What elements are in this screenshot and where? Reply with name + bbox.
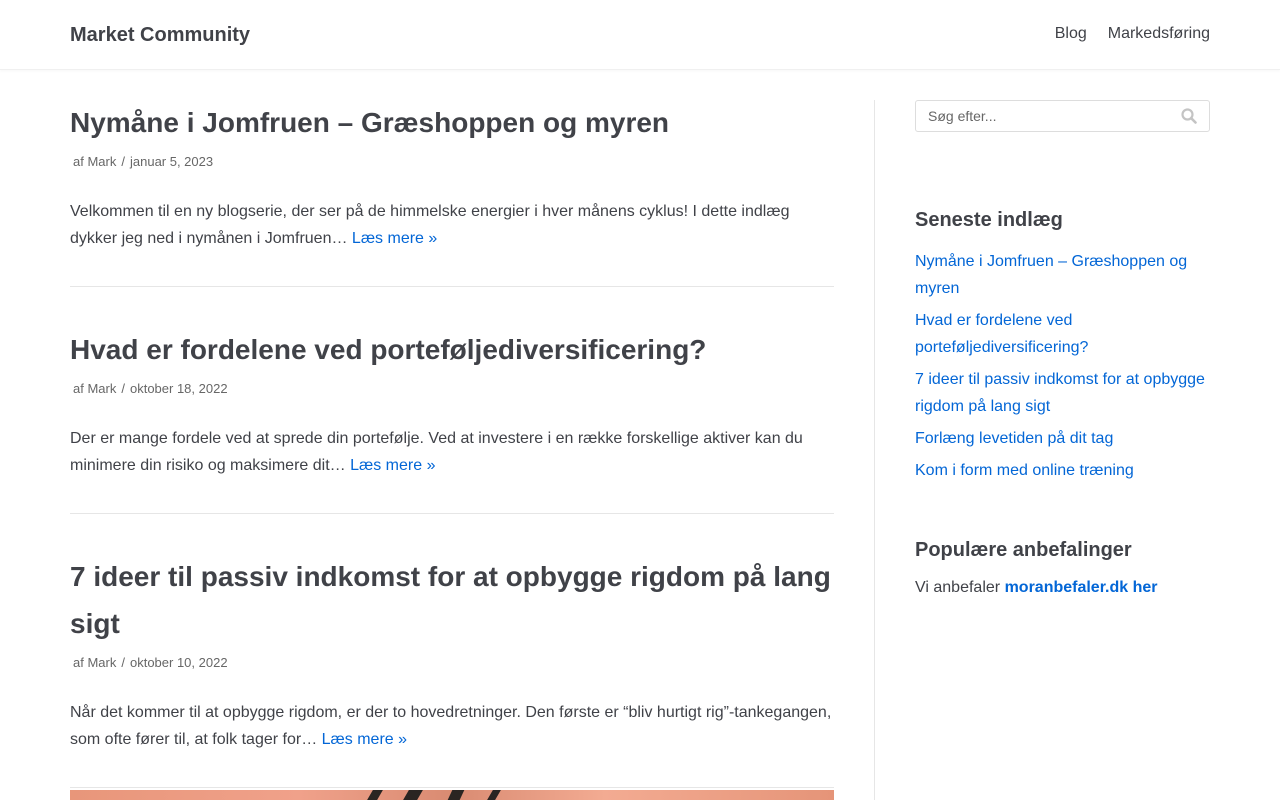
recent-posts-title: Seneste indlæg (915, 209, 1063, 231)
post-meta: af Mark / oktober 18, 2022 (70, 381, 834, 397)
post-date: januar 5, 2023 (129, 154, 214, 169)
recommendation-link[interactable]: moranbefaler.dk her (1005, 579, 1158, 596)
sidebar-divider (874, 100, 875, 800)
post-title: Hvad er fordelene ved porteføljediversif… (70, 326, 834, 373)
post-date: oktober 18, 2022 (129, 381, 228, 396)
author-prefix: af (73, 655, 84, 670)
list-item: 7 ideer til passiv indkomst for at opbyg… (915, 366, 1210, 420)
post-item: 7 ideer til passiv indkomst for at opbyg… (70, 553, 834, 788)
search-icon[interactable] (1181, 108, 1197, 124)
author-link[interactable]: Mark (87, 381, 116, 396)
author-prefix: af (73, 381, 84, 396)
sidebar: Seneste indlæg Nymåne i Jomfruen – Græsh… (915, 100, 1210, 598)
list-item: Nymåne i Jomfruen – Græshoppen og myren (915, 248, 1210, 302)
post-title-link[interactable]: 7 ideer til passiv indkomst for at opbyg… (70, 561, 831, 639)
author-prefix: af (73, 154, 84, 169)
read-more-link[interactable]: Læs mere » (352, 230, 437, 247)
post-title: Nymåne i Jomfruen – Græshoppen og myren (70, 99, 834, 146)
meta-separator: / (121, 154, 125, 169)
image-detail (367, 790, 383, 800)
post-list: Nymåne i Jomfruen – Græshoppen og myren … (70, 100, 834, 800)
post-excerpt: Når det kommer til at opbygge rigdom, er… (70, 699, 834, 753)
post-excerpt: Velkommen til en ny blogserie, der ser p… (70, 198, 834, 252)
post-meta: af Mark / januar 5, 2023 (70, 154, 834, 170)
post-meta: af Mark / oktober 10, 2022 (70, 655, 834, 671)
post-title-link[interactable]: Nymåne i Jomfruen – Græshoppen og myren (70, 107, 669, 138)
post-item: Hvad er fordelene ved porteføljediversif… (70, 326, 834, 514)
nav-item-blog[interactable]: Blog (1055, 24, 1087, 44)
recent-post-link[interactable]: Hvad er fordelene ved porteføljediversif… (915, 312, 1088, 356)
main-nav: Blog Markedsføring (1055, 24, 1210, 44)
site-title[interactable]: Market Community (70, 23, 250, 47)
recent-post-link[interactable]: Forlæng levetiden på dit tag (915, 430, 1113, 447)
author-link[interactable]: Mark (87, 655, 116, 670)
site-header: Market Community Blog Markedsføring (0, 0, 1280, 70)
image-detail (487, 790, 501, 800)
post-item: Nymåne i Jomfruen – Græshoppen og myren … (70, 99, 834, 287)
post-title-link[interactable]: Hvad er fordelene ved porteføljediversif… (70, 334, 706, 365)
search-input[interactable] (916, 101, 1176, 131)
post-featured-image[interactable] (70, 790, 834, 800)
image-detail (447, 790, 465, 800)
meta-separator: / (121, 655, 125, 670)
list-item: Kom i form med online træning (915, 457, 1210, 484)
recommendation-prefix: Vi anbefaler (915, 579, 1001, 596)
post-excerpt: Der er mange fordele ved at sprede din p… (70, 425, 834, 479)
excerpt-text: Når det kommer til at opbygge rigdom, er… (70, 704, 832, 748)
recent-post-link[interactable]: 7 ideer til passiv indkomst for at opbyg… (915, 371, 1205, 415)
recent-posts-list: Nymåne i Jomfruen – Græshoppen og myren … (915, 248, 1210, 484)
post-title: 7 ideer til passiv indkomst for at opbyg… (70, 553, 834, 647)
post-date: oktober 10, 2022 (129, 655, 228, 670)
recommendation-text: Vi anbefaler moranbefaler.dk her (915, 578, 1210, 598)
read-more-link[interactable]: Læs mere » (322, 731, 407, 748)
read-more-link[interactable]: Læs mere » (350, 457, 435, 474)
list-item: Forlæng levetiden på dit tag (915, 425, 1210, 452)
nav-item-markedsforing[interactable]: Markedsføring (1108, 24, 1210, 44)
list-item: Hvad er fordelene ved porteføljediversif… (915, 307, 1210, 361)
recent-post-link[interactable]: Kom i form med online træning (915, 462, 1134, 479)
search-form (915, 100, 1210, 132)
meta-separator: / (121, 381, 125, 396)
author-link[interactable]: Mark (87, 154, 116, 169)
image-detail (403, 790, 423, 800)
popular-recommendations-title: Populære anbefalinger (915, 539, 1132, 561)
excerpt-text: Der er mange fordele ved at sprede din p… (70, 430, 803, 474)
recent-post-link[interactable]: Nymåne i Jomfruen – Græshoppen og myren (915, 253, 1187, 297)
